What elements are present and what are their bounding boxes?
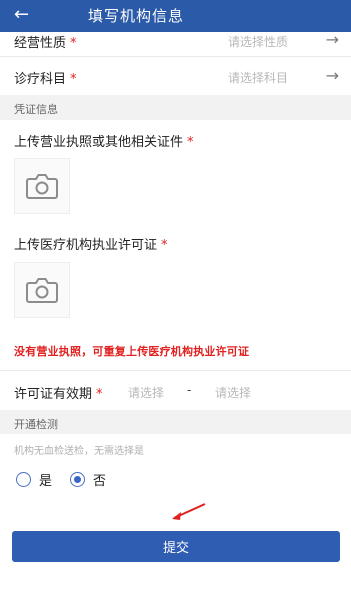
detection-section-header: 开通检测	[0, 410, 351, 434]
validity-start-date[interactable]: 请选择	[128, 384, 164, 401]
detection-hint: 机构无血检送检，无需选择是	[14, 446, 144, 457]
arrow-right-icon: →	[325, 30, 339, 49]
annotation-arrow-icon	[172, 503, 206, 520]
license-upload-label: 上传营业执照或其他相关证件 *	[14, 135, 194, 150]
back-arrow-icon[interactable]: ←	[14, 4, 29, 26]
practice-upload-button[interactable]	[14, 262, 70, 318]
license-warning-text: 没有营业执照，可重复上传医疗机构执业许可证	[14, 345, 250, 358]
credentials-section-header: 凭证信息	[0, 95, 351, 120]
department-select-row[interactable]: 诊疗科目 * 请选择科目 →	[0, 57, 351, 95]
license-upload-button[interactable]	[14, 158, 70, 214]
nature-select-row[interactable]: 经营性质 * 请选择性质 →	[0, 30, 351, 54]
nature-placeholder: 请选择性质	[228, 35, 289, 49]
validity-end-date[interactable]: 请选择	[215, 384, 251, 401]
required-mark: *	[70, 72, 77, 87]
nature-label: 经营性质	[14, 36, 67, 51]
date-range-separator: -	[187, 383, 192, 397]
department-placeholder: 请选择科目	[228, 71, 289, 85]
radio-label: 否	[93, 474, 107, 489]
section-title: 开通检测	[14, 418, 58, 431]
required-mark: *	[187, 135, 194, 150]
validity-label: 许可证有效期	[14, 387, 93, 402]
required-mark: *	[96, 387, 103, 402]
radio-circle-unchecked	[16, 472, 31, 487]
section-title: 凭证信息	[14, 103, 58, 116]
camera-icon	[26, 174, 58, 199]
practice-upload-label: 上传医疗机构执业许可证 *	[14, 238, 168, 253]
required-mark: *	[161, 238, 168, 253]
camera-icon	[26, 278, 58, 303]
top-nav-bar: ← 填写机构信息	[0, 0, 351, 32]
submit-button[interactable]: 提交	[12, 531, 340, 562]
radio-yes[interactable]: 是	[16, 470, 52, 489]
radio-circle-checked	[70, 472, 85, 487]
arrow-right-icon: →	[325, 66, 339, 85]
validity-row: 许可证有效期 * 请选择 - 请选择	[0, 371, 351, 409]
radio-label: 是	[39, 474, 53, 489]
required-mark: *	[70, 36, 77, 51]
radio-no[interactable]: 否	[70, 470, 106, 489]
page-title: 填写机构信息	[88, 7, 185, 25]
department-label: 诊疗科目	[14, 72, 67, 87]
